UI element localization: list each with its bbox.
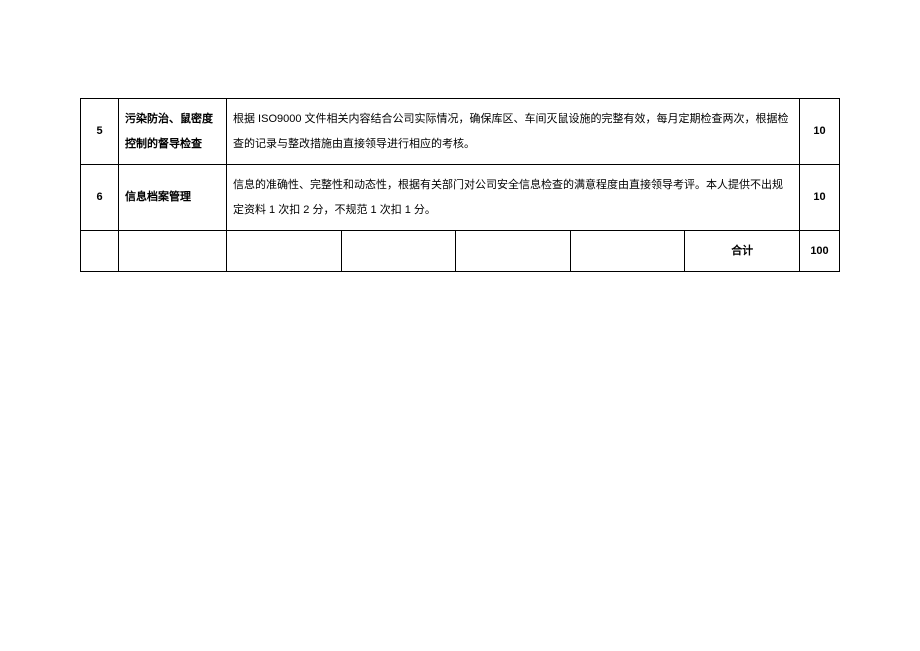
empty-cell	[119, 231, 227, 272]
total-label: 合计	[685, 231, 800, 272]
empty-cell	[456, 231, 571, 272]
table-row: 6 信息档案管理 信息的准确性、完整性和动态性，根据有关部门对公司安全信息检查的…	[81, 165, 840, 231]
row-description: 根据 ISO9000 文件相关内容结合公司实际情况，确保库区、车间灭鼠设施的完整…	[227, 99, 800, 165]
empty-cell	[227, 231, 342, 272]
empty-cell	[570, 231, 685, 272]
row-score: 10	[800, 99, 840, 165]
empty-cell	[81, 231, 119, 272]
row-title: 信息档案管理	[119, 165, 227, 231]
table-row: 5 污染防治、鼠密度控制的督导检查 根据 ISO9000 文件相关内容结合公司实…	[81, 99, 840, 165]
row-score: 10	[800, 165, 840, 231]
table-row-total: 合计 100	[81, 231, 840, 272]
row-description: 信息的准确性、完整性和动态性，根据有关部门对公司安全信息检查的满意程度由直接领导…	[227, 165, 800, 231]
total-score: 100	[800, 231, 840, 272]
row-title: 污染防治、鼠密度控制的督导检查	[119, 99, 227, 165]
evaluation-table: 5 污染防治、鼠密度控制的督导检查 根据 ISO9000 文件相关内容结合公司实…	[80, 98, 840, 272]
row-number: 6	[81, 165, 119, 231]
evaluation-table-container: 5 污染防治、鼠密度控制的督导检查 根据 ISO9000 文件相关内容结合公司实…	[80, 98, 840, 272]
empty-cell	[341, 231, 456, 272]
row-number: 5	[81, 99, 119, 165]
